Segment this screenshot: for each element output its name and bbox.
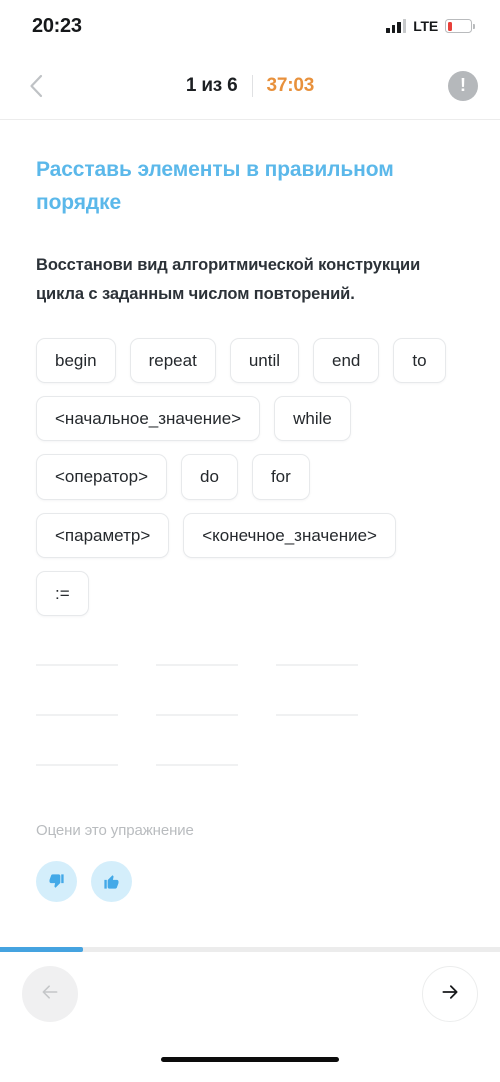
status-bar: 20:23 LTE — [0, 0, 500, 52]
thumbs-down-button[interactable] — [36, 861, 77, 903]
network-label: LTE — [413, 18, 438, 34]
home-indicator[interactable] — [161, 1056, 339, 1062]
thumbs-up-icon — [102, 872, 121, 891]
word-chip[interactable]: := — [36, 570, 89, 617]
info-button[interactable]: ! — [448, 70, 478, 101]
signal-bars-icon — [386, 19, 407, 33]
chevron-left-icon — [29, 74, 43, 98]
word-chip[interactable]: to — [393, 337, 446, 384]
header-center: 1 из 6 37:03 — [0, 74, 500, 97]
word-chip[interactable]: <оператор> — [36, 454, 168, 500]
page-title: Расставь элементы в правильном порядке — [36, 158, 394, 214]
bottom-bar — [0, 947, 500, 1082]
drop-slot[interactable] — [36, 710, 118, 717]
question-counter: 1 из 6 — [185, 74, 238, 96]
word-chip[interactable]: <конечное_значение> — [183, 512, 396, 558]
info-exclamation-icon: ! — [460, 75, 466, 95]
back-button[interactable] — [14, 64, 58, 108]
rating-section: Оцени это упражнение — [36, 822, 464, 903]
word-chip[interactable]: until — [229, 337, 299, 384]
arrow-left-icon — [39, 982, 61, 1007]
word-chip[interactable]: while — [274, 396, 351, 442]
countdown-timer: 37:03 — [266, 74, 315, 96]
word-chip-pool: begin repeat until end to <начальное_зна… — [36, 337, 456, 617]
drop-slot[interactable] — [156, 660, 238, 667]
drop-slot[interactable] — [36, 660, 118, 667]
word-chip[interactable]: begin — [36, 337, 116, 384]
answer-dropzone — [36, 660, 436, 767]
word-chip[interactable]: do — [181, 454, 238, 500]
rating-label: Оцени это упражнение — [36, 822, 194, 840]
battery-low-icon — [445, 19, 475, 33]
task-content: Расставь элементы в правильном порядке В… — [0, 120, 500, 947]
thumbs-up-button[interactable] — [91, 861, 132, 903]
word-chip[interactable]: repeat — [129, 337, 216, 384]
next-button[interactable] — [422, 966, 478, 1022]
drop-slot[interactable] — [156, 760, 238, 767]
header-divider — [251, 74, 253, 97]
task-prompt: Восстанови вид алгоритмической конструкц… — [36, 256, 421, 304]
status-indicators: LTE — [386, 18, 475, 34]
word-chip[interactable]: <начальное_значение> — [36, 396, 261, 442]
drop-slot[interactable] — [276, 660, 358, 667]
word-chip[interactable]: for — [251, 454, 310, 500]
rating-buttons — [36, 861, 464, 903]
drop-slot[interactable] — [156, 710, 238, 717]
home-indicator-area — [0, 1036, 500, 1082]
drop-slot[interactable] — [36, 760, 118, 767]
word-chip[interactable]: <параметр> — [36, 512, 170, 558]
phone-screen: 20:23 LTE 1 из 6 37:03 ! Расставь элемен… — [0, 0, 500, 1082]
drop-slot[interactable] — [276, 710, 358, 717]
status-time: 20:23 — [32, 14, 82, 37]
word-chip[interactable]: end — [313, 337, 380, 384]
previous-button[interactable] — [22, 966, 78, 1022]
arrow-right-icon — [439, 982, 461, 1007]
navigation-row — [0, 952, 500, 1036]
app-header: 1 из 6 37:03 ! — [0, 52, 500, 120]
thumbs-down-icon — [47, 872, 66, 891]
